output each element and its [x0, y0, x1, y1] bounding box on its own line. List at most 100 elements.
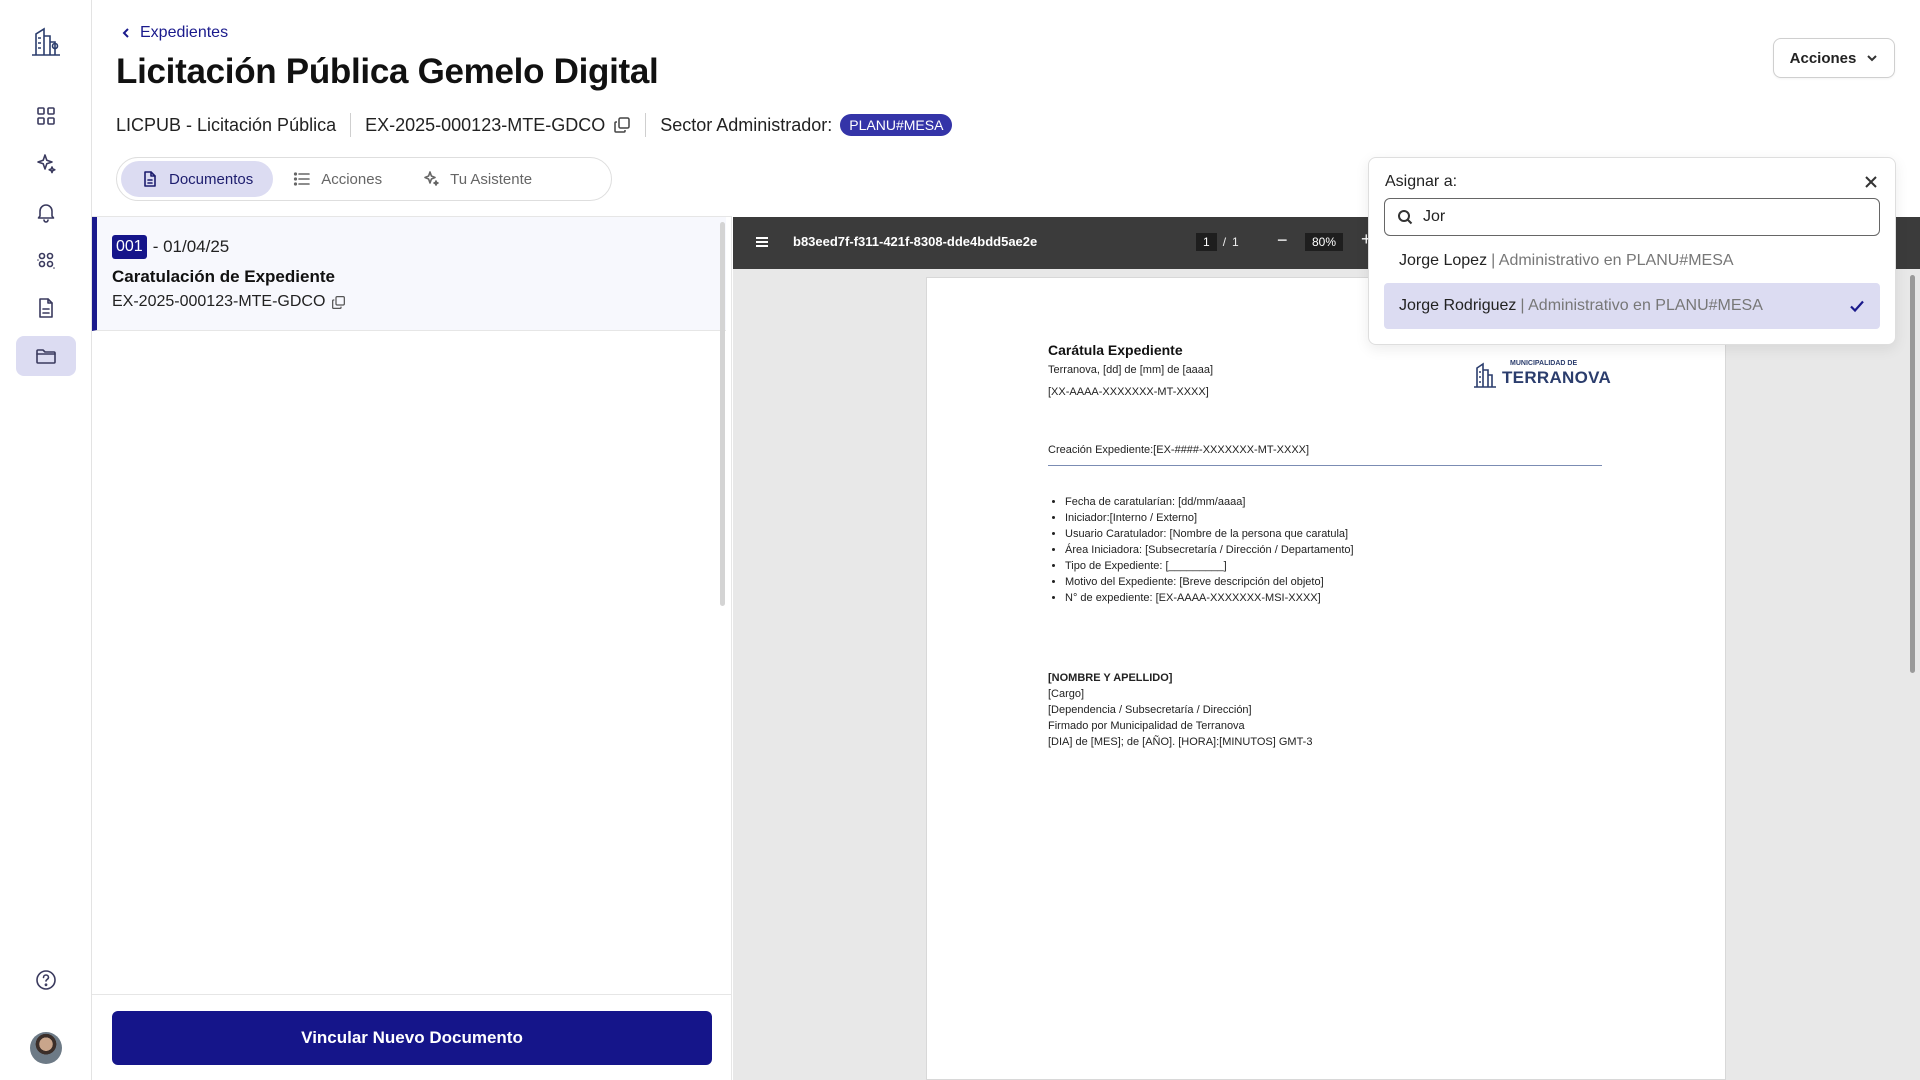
document-number-row: 001 - 01/04/25 [112, 235, 229, 259]
bell-icon [37, 204, 55, 223]
users-icon [37, 252, 55, 269]
paper-creation: Creación Expediente:[EX-####-XXXXXXX-MT-… [1048, 444, 1310, 456]
tab-bar: Documentos Acciones Tu Asistente [116, 157, 612, 201]
page-separator: / [1222, 235, 1227, 249]
list-item: Área Iniciadora: [Subsecretaría / Direcc… [1065, 542, 1354, 558]
zoom-level[interactable]: 80% [1305, 233, 1344, 251]
copy-icon[interactable] [331, 295, 346, 310]
assign-label: Asignar a: [1385, 173, 1458, 190]
sector-badge: PLANU#MESA [840, 114, 953, 136]
sidebar-item-users[interactable] [16, 240, 76, 280]
document-icon [144, 171, 156, 187]
tab-label: Tu Asistente [450, 170, 533, 188]
tab-label: Acciones [321, 170, 383, 188]
assign-option-selected[interactable]: Jorge Rodriguez | Administrativo en PLAN… [1384, 283, 1880, 329]
documents-footer: Vincular Nuevo Documento [92, 994, 732, 1080]
chevron-down-icon [1867, 55, 1878, 62]
paper-title: Carátula Expediente [1048, 342, 1183, 358]
acciones-dropdown-button[interactable]: Acciones [1773, 38, 1895, 78]
logo-big-text: TERRANOVA [1502, 368, 1612, 387]
assign-option[interactable]: Jorge Lopez | Administrativo en PLANU#ME… [1384, 238, 1880, 284]
check-icon [1848, 297, 1866, 315]
avatar[interactable] [30, 1032, 62, 1064]
assign-popover: Asignar a: Jorge Lopez | Administrativo … [1368, 157, 1896, 345]
page-total: 1 [1232, 235, 1239, 249]
scrollbar[interactable] [720, 222, 725, 606]
grid-icon [37, 107, 55, 125]
sidebar-item-expedientes[interactable] [16, 336, 76, 376]
divider [645, 113, 647, 137]
divider [1048, 465, 1602, 466]
list-item: Fecha de caratularían: [dd/mm/aaaa] [1065, 494, 1354, 510]
pdf-filename: b83eed7f-f311-421f-8308-dde4bdd5ae2e [793, 234, 1038, 249]
scrollbar[interactable] [1910, 275, 1915, 673]
menu-icon[interactable] [753, 233, 773, 253]
breadcrumb-back-link[interactable]: Expedientes [120, 24, 228, 42]
paper-bullet-list: Fecha de caratularían: [dd/mm/aaaa] Inic… [1065, 494, 1354, 606]
file-icon [39, 298, 53, 318]
signature-line: [Cargo] [1048, 688, 1085, 700]
document-title: Caratulación de Expediente [112, 267, 335, 286]
list-icon [294, 172, 311, 186]
sparkle-icon [424, 171, 439, 186]
tab-acciones[interactable]: Acciones [273, 161, 402, 197]
sidebar-item-help[interactable] [16, 960, 76, 1000]
list-item: Tipo de Expediente: [_________] [1065, 558, 1354, 574]
tab-tu-asistente[interactable]: Tu Asistente [402, 161, 552, 197]
documents-panel: 001 - 01/04/25 Caratulación de Expedient… [92, 216, 732, 1080]
expediente-meta: LICPUB - Licitación Pública EX-2025-0001… [116, 112, 953, 138]
tab-label: Documentos [169, 170, 254, 188]
list-item: Motivo del Expediente: [Breve descripció… [1065, 574, 1354, 590]
tab-documentos[interactable]: Documentos [121, 161, 274, 197]
option-role: | Administrativo en PLANU#MESA [1520, 297, 1763, 314]
logo-small-text: MUNICIPALIDAD DE [1510, 360, 1578, 367]
document-number-badge: 001 [112, 235, 147, 259]
sidebar-item-documents[interactable] [16, 288, 76, 328]
sparkle-icon [37, 154, 56, 174]
copy-icon[interactable] [613, 116, 631, 134]
option-name: Jorge Lopez [1399, 252, 1488, 269]
sidebar [0, 0, 92, 1080]
document-code: EX-2025-000123-MTE-GDCO [112, 293, 326, 310]
signature-line: [DIA] de [MES]; de [AÑO]. [HORA]:[MINUTO… [1048, 736, 1313, 748]
option-name: Jorge Rodriguez [1399, 297, 1517, 314]
option-role: | Administrativo en PLANU#MESA [1491, 252, 1734, 269]
acciones-label: Acciones [1789, 49, 1857, 67]
zoom-out-button[interactable]: − [1277, 230, 1288, 251]
breadcrumb-label: Expedientes [140, 24, 229, 41]
sector-label: Sector Administrador: [660, 114, 833, 135]
list-item: Usuario Caratulador: [Nombre de la perso… [1065, 526, 1354, 542]
paper-date: Terranova, [dd] de [mm] de [aaaa] [1048, 364, 1214, 376]
signature-name: [NOMBRE Y APELLIDO] [1048, 672, 1173, 684]
expediente-code: EX-2025-000123-MTE-GDCO [365, 114, 606, 135]
list-item[interactable]: 001 - 01/04/25 Caratulación de Expedient… [92, 217, 726, 331]
page-input[interactable]: 1 [1196, 233, 1217, 251]
link-new-document-button[interactable]: Vincular Nuevo Documento [112, 1011, 712, 1065]
help-icon [36, 970, 56, 990]
sidebar-item-assistant[interactable] [16, 144, 76, 184]
pdf-page: Carátula Expediente Terranova, [dd] de [… [926, 277, 1726, 1080]
paper-code: [XX-AAAA-XXXXXXX-MT-XXXX] [1048, 386, 1209, 398]
expediente-type: LICPUB - Licitación Pública [116, 114, 337, 135]
app-root: Expedientes Licitación Pública Gemelo Di… [0, 0, 1920, 1080]
chevron-left-icon [122, 28, 129, 38]
paper-signature: [NOMBRE Y APELLIDO] [Cargo] [Dependencia… [1048, 670, 1312, 750]
municipality-logo-icon[interactable] [28, 22, 64, 58]
search-input[interactable] [1423, 208, 1843, 226]
close-icon[interactable] [1863, 174, 1883, 194]
assign-search-field[interactable] [1384, 198, 1880, 236]
folder-icon [36, 349, 56, 364]
search-icon [1398, 210, 1413, 225]
list-item: N° de expediente: [EX-AAAA-XXXXXXX-MSI-X… [1065, 590, 1354, 606]
divider [350, 113, 352, 137]
list-item: Iniciador:[Interno / Externo] [1065, 510, 1354, 526]
page-title: Licitación Pública Gemelo Digital [116, 52, 659, 91]
signature-line: [Dependencia / Subsecretaría / Dirección… [1048, 704, 1252, 716]
sidebar-item-dashboard[interactable] [16, 96, 76, 136]
pdf-pager: 1 / 1 [1196, 233, 1239, 251]
signature-line: Firmado por Municipalidad de Terranova [1048, 720, 1245, 732]
terranova-logo: MUNICIPALIDAD DE TERRANOVA [1472, 358, 1611, 394]
sidebar-item-notifications[interactable] [16, 192, 76, 232]
building-icon [1474, 362, 1496, 388]
document-date: - 01/04/25 [152, 237, 230, 256]
